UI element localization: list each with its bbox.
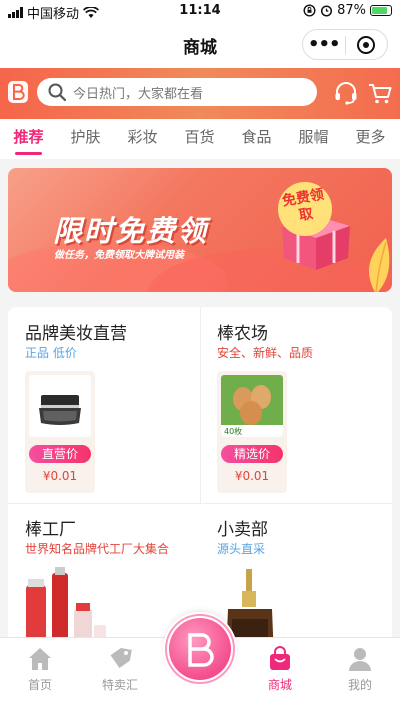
banner-subtitle: 做任务，免费领取大牌试用装 [54, 250, 184, 261]
section-subtitle: 正品 低价 [25, 346, 77, 360]
category-tabs: 推荐 护肤 彩妆 百货 食品 服帽 更多 [0, 119, 400, 159]
search-icon [48, 83, 67, 102]
search-placeholder: 今日热门，大家都在看 [73, 86, 204, 102]
tab-skincare[interactable]: 护肤 [57, 119, 114, 159]
tab-food[interactable]: 食品 [228, 119, 285, 159]
price-tag: 直营价 [29, 445, 91, 463]
section-brand-beauty[interactable]: 品牌美妆直营 正品 低价 直营价 ¥0.01 [8, 307, 200, 503]
user-icon [349, 648, 371, 671]
home-icon [29, 648, 51, 670]
cream-jar-image [29, 375, 91, 437]
egg-count-label: 40枚 [224, 426, 242, 436]
shopping-bag-icon [270, 646, 290, 670]
tab-makeup[interactable]: 彩妆 [114, 119, 171, 159]
tab-recommend[interactable]: 推荐 [0, 119, 57, 159]
product-card[interactable]: 直营价 ¥0.01 [25, 371, 95, 493]
section-farm[interactable]: 棒农场 安全、新鲜、品质 40枚 精选价 ¥0.01 [200, 307, 392, 503]
tabbar-label: 特卖汇 [101, 678, 138, 692]
tabbar-label: 商城 [267, 678, 292, 692]
status-bar: 中国移动 11:14 87% [0, 0, 400, 22]
brand-logo-icon [8, 81, 28, 103]
tabbar-item-home[interactable]: 首页 [0, 646, 80, 693]
more-menu-button[interactable]: ••• [303, 34, 345, 55]
center-brand-button[interactable] [163, 612, 237, 686]
section-subtitle: 源头直采 [217, 542, 266, 556]
battery-icon [370, 5, 392, 16]
sale-tag-icon [110, 647, 132, 669]
section-title: 棒工厂 [25, 520, 76, 540]
tabbar-item-mall[interactable]: 商城 [240, 646, 320, 693]
mini-program-capsule: ••• [302, 29, 388, 60]
close-button[interactable] [345, 35, 387, 54]
search-bar[interactable]: 今日热门，大家都在看 [37, 78, 317, 106]
search-header: 今日热门，大家都在看 [0, 68, 400, 119]
tabbar-item-profile[interactable]: 我的 [320, 646, 400, 693]
status-right: 87% [303, 3, 392, 18]
tab-more[interactable]: 更多 [342, 119, 399, 159]
banner-title: 限时免费领 [53, 214, 209, 248]
alarm-icon [321, 5, 333, 17]
customer-service-icon[interactable] [333, 80, 359, 106]
tab-apparel[interactable]: 服帽 [285, 119, 342, 159]
navigation-bar: 商城 ••• [0, 22, 400, 68]
section-title: 棒农场 [217, 324, 268, 344]
product-price: ¥0.01 [42, 469, 78, 483]
brand-b-icon [169, 618, 231, 680]
leaf-decoration-icon [369, 238, 390, 292]
product-price: ¥0.01 [234, 469, 270, 483]
eggs-image: 40枚 [221, 375, 283, 437]
tabbar-label: 首页 [27, 678, 52, 692]
section-title: 小卖部 [217, 520, 268, 540]
promo-banner[interactable]: 限时免费领 做任务，免费领取大牌试用装 免费领取 [8, 168, 392, 292]
rotation-lock-icon [303, 4, 316, 17]
tabbar-item-sale[interactable]: 特卖汇 [80, 646, 160, 693]
page: 中国移动 11:14 87% 商城 ••• 今日热门，大家都在看 推荐 护肤 彩… [0, 0, 400, 711]
product-card[interactable]: 40枚 精选价 ¥0.01 [217, 371, 287, 493]
section-subtitle: 世界知名品牌代工厂大集合 [25, 542, 170, 556]
tabbar-label: 我的 [347, 678, 372, 692]
section-subtitle: 安全、新鲜、品质 [217, 346, 314, 360]
close-icon [357, 35, 376, 54]
price-tag: 精选价 [221, 445, 283, 463]
tab-general-goods[interactable]: 百货 [171, 119, 228, 159]
battery-percent: 87% [337, 3, 366, 18]
shopping-cart-icon[interactable] [367, 80, 393, 106]
section-title: 品牌美妆直营 [25, 324, 127, 344]
